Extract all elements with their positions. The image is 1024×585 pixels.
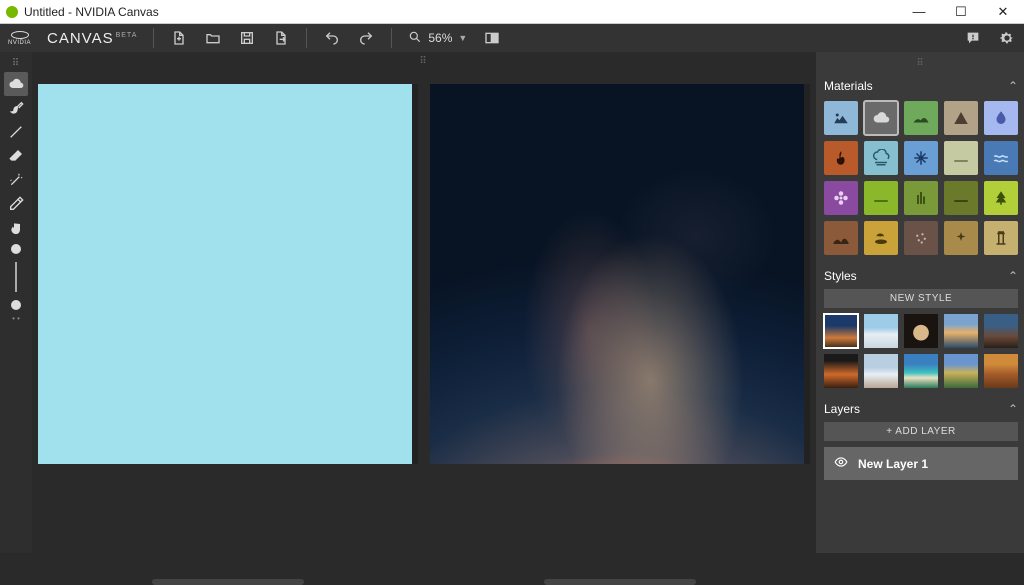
material-ruin[interactable] (984, 221, 1018, 255)
feedback-button[interactable] (964, 29, 982, 47)
brush-size-handle[interactable] (11, 244, 21, 254)
undo-button[interactable] (323, 29, 341, 47)
main-area: ⠿ • • ⠿ ⠿ Materials ⌃ Styles ⌃ (0, 52, 1024, 553)
material-mountain[interactable] (944, 101, 978, 135)
material-sand[interactable] (944, 141, 978, 175)
materials-grid (822, 97, 1020, 265)
style-style-3[interactable] (904, 314, 938, 348)
material-sky[interactable] (824, 101, 858, 135)
right-panels: ⠿ Materials ⌃ Styles ⌃ NEW STYLE Layers … (816, 52, 1024, 553)
panel-grip: ⠿ (822, 58, 1020, 69)
canvas-workspace: ⠿ (32, 52, 816, 553)
tool-brush[interactable] (4, 96, 28, 120)
tool-line[interactable] (4, 120, 28, 144)
material-cloud[interactable] (864, 101, 898, 135)
window-close-button[interactable]: ✕ (982, 0, 1024, 24)
new-file-button[interactable] (170, 29, 188, 47)
material-grass[interactable] (864, 181, 898, 215)
horizontal-scrollbar[interactable] (152, 579, 304, 585)
visibility-icon[interactable] (834, 455, 848, 472)
material-bush[interactable] (944, 181, 978, 215)
material-water-a[interactable] (984, 101, 1018, 135)
tool-pan[interactable] (4, 216, 28, 240)
material-rock[interactable] (944, 221, 978, 255)
styles-panel-header[interactable]: Styles ⌃ (822, 265, 1020, 287)
style-style-6[interactable] (824, 354, 858, 388)
open-file-button[interactable] (204, 29, 222, 47)
layers-title: Layers (824, 402, 860, 416)
style-style-9[interactable] (944, 354, 978, 388)
material-fog[interactable] (864, 141, 898, 175)
brush-size-slider[interactable] (15, 262, 17, 292)
nvidia-dot-icon (6, 6, 18, 18)
layer-row[interactable]: New Layer 1 (824, 447, 1018, 480)
style-style-10[interactable] (984, 354, 1018, 388)
segmentation-canvas[interactable] (38, 84, 418, 543)
style-style-7[interactable] (864, 354, 898, 388)
app-brand: CANVASBETA (47, 30, 137, 47)
material-island[interactable] (864, 221, 898, 255)
material-tree[interactable] (984, 181, 1018, 215)
tool-eraser[interactable] (4, 144, 28, 168)
chevron-up-icon: ⌃ (1008, 402, 1018, 416)
slider-end-icon: • • (12, 314, 20, 323)
compare-view-button[interactable] (483, 29, 501, 47)
layers-panel-header[interactable]: Layers ⌃ (822, 398, 1020, 420)
styles-title: Styles (824, 269, 857, 283)
material-flower[interactable] (824, 181, 858, 215)
window-title: Untitled - NVIDIA Canvas (24, 5, 159, 19)
sidebar-grip: ⠿ (4, 58, 28, 68)
style-style-5[interactable] (984, 314, 1018, 348)
window-titlebar: Untitled - NVIDIA Canvas — ☐ ✕ (0, 0, 1024, 24)
new-style-button[interactable]: NEW STYLE (824, 289, 1018, 308)
chevron-up-icon: ⌃ (1008, 269, 1018, 283)
horizontal-scrollbar[interactable] (544, 579, 696, 585)
style-style-8[interactable] (904, 354, 938, 388)
material-gravel[interactable] (904, 221, 938, 255)
tool-wand[interactable] (4, 168, 28, 192)
app-header: NVIDIA CANVASBETA 56% ▼ (0, 24, 1024, 52)
material-hill[interactable] (904, 101, 938, 135)
magnifier-icon (408, 30, 422, 47)
material-sea[interactable] (984, 141, 1018, 175)
style-style-4[interactable] (944, 314, 978, 348)
nvidia-logo: NVIDIA (8, 31, 31, 46)
layer-name: New Layer 1 (858, 457, 928, 471)
material-snow[interactable] (904, 141, 938, 175)
vertical-scrollbar[interactable] (804, 84, 810, 464)
zoom-dropdown[interactable]: 56% ▼ (408, 30, 467, 47)
zoom-value: 56% (428, 31, 452, 45)
canvas-grip: ⠿ (419, 56, 428, 67)
style-style-2[interactable] (864, 314, 898, 348)
add-layer-button[interactable]: + ADD LAYER (824, 422, 1018, 441)
export-button[interactable] (272, 29, 290, 47)
tool-sidebar: ⠿ • • (0, 52, 32, 553)
material-fire[interactable] (824, 141, 858, 175)
render-canvas[interactable] (430, 84, 810, 543)
chevron-down-icon: ▼ (458, 33, 467, 43)
tool-eyedropper[interactable] (4, 192, 28, 216)
window-minimize-button[interactable]: — (898, 0, 940, 24)
window-maximize-button[interactable]: ☐ (940, 0, 982, 24)
settings-button[interactable] (998, 29, 1016, 47)
materials-panel-header[interactable]: Materials ⌃ (822, 75, 1020, 97)
style-style-1[interactable] (824, 314, 858, 348)
material-reeds[interactable] (904, 181, 938, 215)
chevron-up-icon: ⌃ (1008, 79, 1018, 93)
styles-grid (822, 314, 1020, 398)
vertical-scrollbar[interactable] (412, 84, 418, 464)
material-dirt[interactable] (824, 221, 858, 255)
redo-button[interactable] (357, 29, 375, 47)
save-button[interactable] (238, 29, 256, 47)
tool-material[interactable] (4, 72, 28, 96)
materials-title: Materials (824, 79, 873, 93)
brush-hardness-handle[interactable] (11, 300, 21, 310)
